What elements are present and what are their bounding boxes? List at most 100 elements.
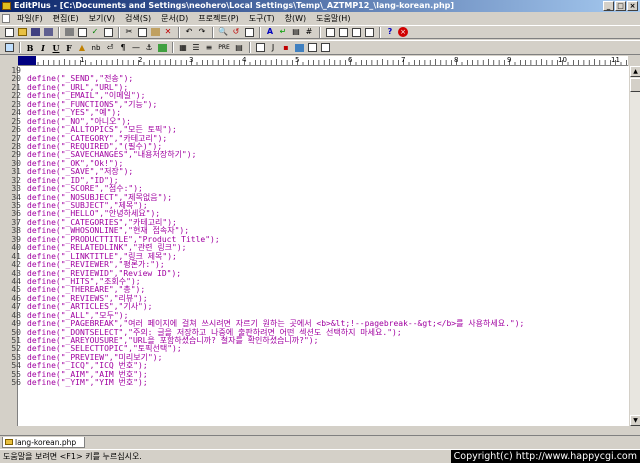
minimize-button[interactable]: _ bbox=[603, 1, 614, 11]
line-number: 56 bbox=[11, 378, 21, 388]
menu-document[interactable]: 문서(D) bbox=[156, 12, 193, 25]
ruler-number: 1 bbox=[80, 56, 85, 64]
scroll-up-icon[interactable]: ▲ bbox=[630, 66, 640, 77]
table-icon[interactable]: ▦ bbox=[177, 42, 189, 54]
delete-icon[interactable]: ✕ bbox=[162, 26, 174, 38]
bold-button[interactable]: B bbox=[24, 42, 36, 54]
view-in-browser-icon[interactable] bbox=[324, 26, 336, 38]
menu-search[interactable]: 검색(S) bbox=[120, 12, 156, 25]
document-icon[interactable] bbox=[2, 14, 10, 23]
toolbar-separator bbox=[249, 42, 251, 53]
horizontal-rule-icon[interactable]: — bbox=[130, 42, 142, 54]
color-picker-icon[interactable] bbox=[293, 42, 305, 54]
scroll-down-icon[interactable]: ▼ bbox=[630, 415, 640, 426]
ruler-ticks bbox=[37, 59, 627, 65]
word-wrap-icon[interactable]: ↵ bbox=[277, 26, 289, 38]
ruler-number: 9 bbox=[507, 56, 512, 64]
ruler-number: 8 bbox=[454, 56, 459, 64]
horizontal-scroll-area bbox=[0, 426, 640, 435]
output-window-icon[interactable] bbox=[363, 26, 375, 38]
spell-check-icon[interactable]: ✓ bbox=[89, 26, 101, 38]
cut-icon[interactable]: ✂ bbox=[123, 26, 135, 38]
toolbar-separator bbox=[172, 42, 174, 53]
copy-icon[interactable] bbox=[136, 26, 148, 38]
directory-icon[interactable] bbox=[350, 26, 362, 38]
print-preview-icon[interactable] bbox=[76, 26, 88, 38]
toolbar-separator bbox=[379, 26, 381, 38]
ruler-number: 11 bbox=[611, 56, 620, 64]
document-tab-label: lang-korean.php bbox=[15, 438, 77, 447]
ruler-gutter bbox=[0, 56, 18, 66]
maximize-button[interactable]: □ bbox=[615, 1, 626, 11]
paste-icon[interactable] bbox=[149, 26, 161, 38]
document-tab[interactable]: lang-korean.php bbox=[2, 437, 86, 448]
close-button[interactable]: × bbox=[627, 1, 638, 11]
ruler-number: 5 bbox=[295, 56, 300, 64]
save-icon[interactable] bbox=[29, 26, 41, 38]
replace-icon[interactable]: ↺ bbox=[230, 26, 242, 38]
code-text: define("_YIM","YIM 번호"); bbox=[27, 378, 148, 388]
menu-project[interactable]: 프로젝트(P) bbox=[193, 12, 244, 25]
menu-window[interactable]: 창(W) bbox=[280, 12, 312, 25]
list-icon[interactable]: ☰ bbox=[190, 42, 202, 54]
find-in-files-icon[interactable] bbox=[243, 26, 255, 38]
undo-icon[interactable]: ↶ bbox=[183, 26, 195, 38]
line-break-icon[interactable]: ⏎ bbox=[104, 42, 116, 54]
font-icon[interactable]: A bbox=[264, 26, 276, 38]
html-preview-icon[interactable] bbox=[3, 42, 15, 54]
status-bar: 도움말을 보려면 <F1> 키를 누르십시오. Copyright(c) htt… bbox=[0, 449, 640, 463]
form-icon[interactable] bbox=[254, 42, 266, 54]
ruler-number: 7 bbox=[401, 56, 406, 64]
underline-button[interactable]: U bbox=[50, 42, 62, 54]
ruler[interactable]: 1 2 3 4 5 6 7 8 9 10 11 bbox=[18, 56, 628, 66]
print-icon[interactable] bbox=[63, 26, 75, 38]
open-file-icon[interactable] bbox=[16, 26, 28, 38]
code-line: 56 define("_YIM","YIM 번호"); bbox=[0, 378, 629, 388]
italic-button[interactable]: I bbox=[37, 42, 49, 54]
ruler-number: 6 bbox=[348, 56, 353, 64]
image-icon[interactable] bbox=[156, 42, 168, 54]
ruler-icon[interactable]: ▤ bbox=[290, 26, 302, 38]
line-number-icon[interactable]: # bbox=[303, 26, 315, 38]
save-all-icon[interactable] bbox=[42, 26, 54, 38]
ruler-number: 10 bbox=[558, 56, 567, 64]
vertical-scrollbar[interactable]: ▲ ▼ bbox=[629, 66, 640, 426]
editor-area[interactable]: 19 20 define("_SEND","전송"); 21 define("_URL"… bbox=[0, 66, 629, 426]
toolbar-separator bbox=[19, 42, 21, 53]
find-icon[interactable]: 🔍 bbox=[217, 26, 229, 38]
ruler-number: 3 bbox=[189, 56, 194, 64]
ruler-number: 4 bbox=[242, 56, 247, 64]
pre-button[interactable]: PRE bbox=[216, 42, 232, 54]
font-tag-button[interactable]: F bbox=[63, 42, 75, 54]
char-picker-icon[interactable] bbox=[306, 42, 318, 54]
toolbar-separator bbox=[259, 26, 261, 38]
toolbar-extra-icon[interactable] bbox=[319, 42, 331, 54]
menu-edit[interactable]: 편집(E) bbox=[48, 12, 84, 25]
file-properties-icon[interactable] bbox=[102, 26, 114, 38]
menu-bar: 파일(F) 편집(E) 보기(V) 검색(S) 문서(D) 프로젝트(P) 도구… bbox=[0, 12, 640, 25]
paragraph-button[interactable]: ¶ bbox=[117, 42, 129, 54]
status-help-text: 도움말을 보려면 <F1> 키를 누르십시오. bbox=[3, 452, 142, 461]
comment-icon[interactable]: ▤ bbox=[233, 42, 245, 54]
font-color-icon[interactable]: ▲ bbox=[76, 42, 88, 54]
html-toolbar: B I U F ▲ nb ⏎ ¶ — ⚓ ▦ ☰ ≡ PRE ▤ J ▪ bbox=[0, 40, 640, 55]
anchor-icon[interactable]: ⚓ bbox=[143, 42, 155, 54]
help-icon[interactable]: ? bbox=[384, 26, 396, 38]
css-icon[interactable]: ▪ bbox=[280, 42, 292, 54]
cliptext-icon[interactable] bbox=[337, 26, 349, 38]
menu-help[interactable]: 도움말(H) bbox=[311, 12, 355, 25]
javascript-icon[interactable]: J bbox=[267, 42, 279, 54]
scroll-thumb[interactable] bbox=[630, 78, 640, 92]
menu-file[interactable]: 파일(F) bbox=[12, 12, 48, 25]
editplus-app-icon[interactable] bbox=[2, 2, 11, 10]
nbsp-button[interactable]: nb bbox=[89, 42, 103, 54]
new-file-icon[interactable] bbox=[3, 26, 15, 38]
align-icon[interactable]: ≡ bbox=[203, 42, 215, 54]
code-lines: 19 20 define("_SEND","전송"); 21 define("_URL"… bbox=[0, 66, 629, 388]
stop-icon[interactable]: × bbox=[397, 26, 409, 38]
redo-icon[interactable]: ↷ bbox=[196, 26, 208, 38]
toolbar-separator bbox=[319, 26, 321, 38]
menu-tools[interactable]: 도구(T) bbox=[244, 12, 280, 25]
window-controls: _ □ × bbox=[603, 1, 638, 11]
menu-view[interactable]: 보기(V) bbox=[84, 12, 120, 25]
